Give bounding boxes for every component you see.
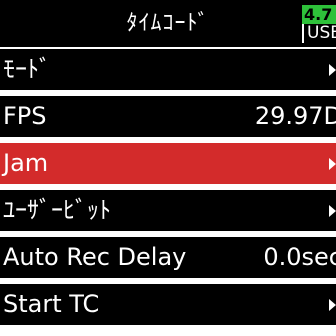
chevron-right-icon: [329, 158, 336, 170]
menu-item-mode[interactable]: ﾓｰﾄﾞ: [0, 49, 336, 90]
menu-item-jam[interactable]: Jam: [0, 143, 336, 184]
power-source: USB: [302, 24, 336, 43]
menu-item-value: 29.97D: [254, 102, 336, 130]
page-title: ﾀｲﾑｺｰﾄﾞ: [126, 11, 210, 36]
menu-item-user-bits[interactable]: ﾕｰｻﾞｰﾋﾞｯﾄ: [0, 190, 336, 231]
chevron-right-icon: [329, 299, 336, 311]
menu-item-label: Start TC: [3, 290, 100, 318]
menu-list: ﾓｰﾄﾞ FPS 29.97D Jam ﾕｰｻﾞｰﾋﾞｯﾄ Auto Rec D…: [0, 49, 336, 331]
menu-item-label: Jam: [3, 149, 49, 177]
menu-item-label: Auto Rec Delay: [3, 243, 187, 271]
chevron-right-icon: [329, 205, 336, 217]
chevron-right-icon: [329, 64, 336, 76]
menu-item-fps[interactable]: FPS 29.97D: [0, 96, 336, 137]
menu-item-label: ﾕｰｻﾞｰﾋﾞｯﾄ: [3, 196, 111, 224]
menu-item-value: 0.0sec: [263, 243, 336, 271]
menu-item-label: FPS: [3, 102, 47, 130]
battery-level: 4.7: [302, 5, 336, 24]
timecode-menu-screen: ﾀｲﾑｺｰﾄﾞ 4.7 USB ﾓｰﾄﾞ FPS 29.97D Jam ﾕｰｻﾞ…: [0, 0, 336, 336]
header-bar: ﾀｲﾑｺｰﾄﾞ 4.7 USB: [0, 0, 336, 47]
menu-item-label: ﾓｰﾄﾞ: [3, 55, 51, 83]
menu-item-start-tc[interactable]: Start TC: [0, 284, 336, 325]
menu-item-auto-rec-delay[interactable]: Auto Rec Delay 0.0sec: [0, 237, 336, 278]
battery-indicator: 4.7 USB: [302, 5, 336, 43]
